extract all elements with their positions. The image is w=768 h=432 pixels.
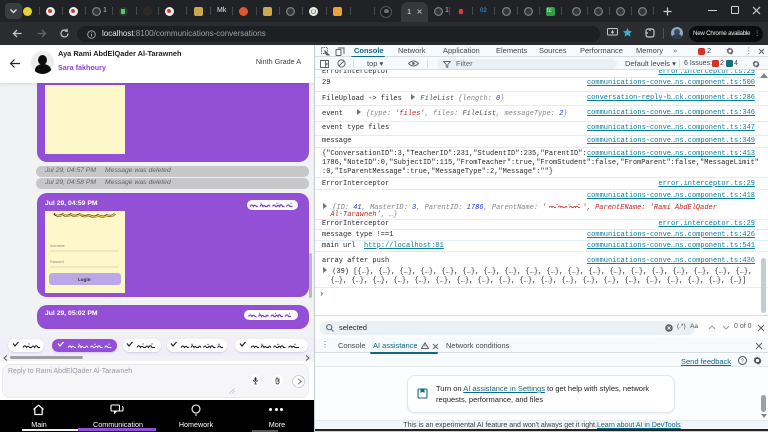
svg-text:Login: Login (78, 277, 91, 282)
svg-text:Password: Password (50, 260, 64, 264)
svg-text:?: ? (741, 359, 744, 365)
svg-text:Username: Username (50, 244, 65, 248)
